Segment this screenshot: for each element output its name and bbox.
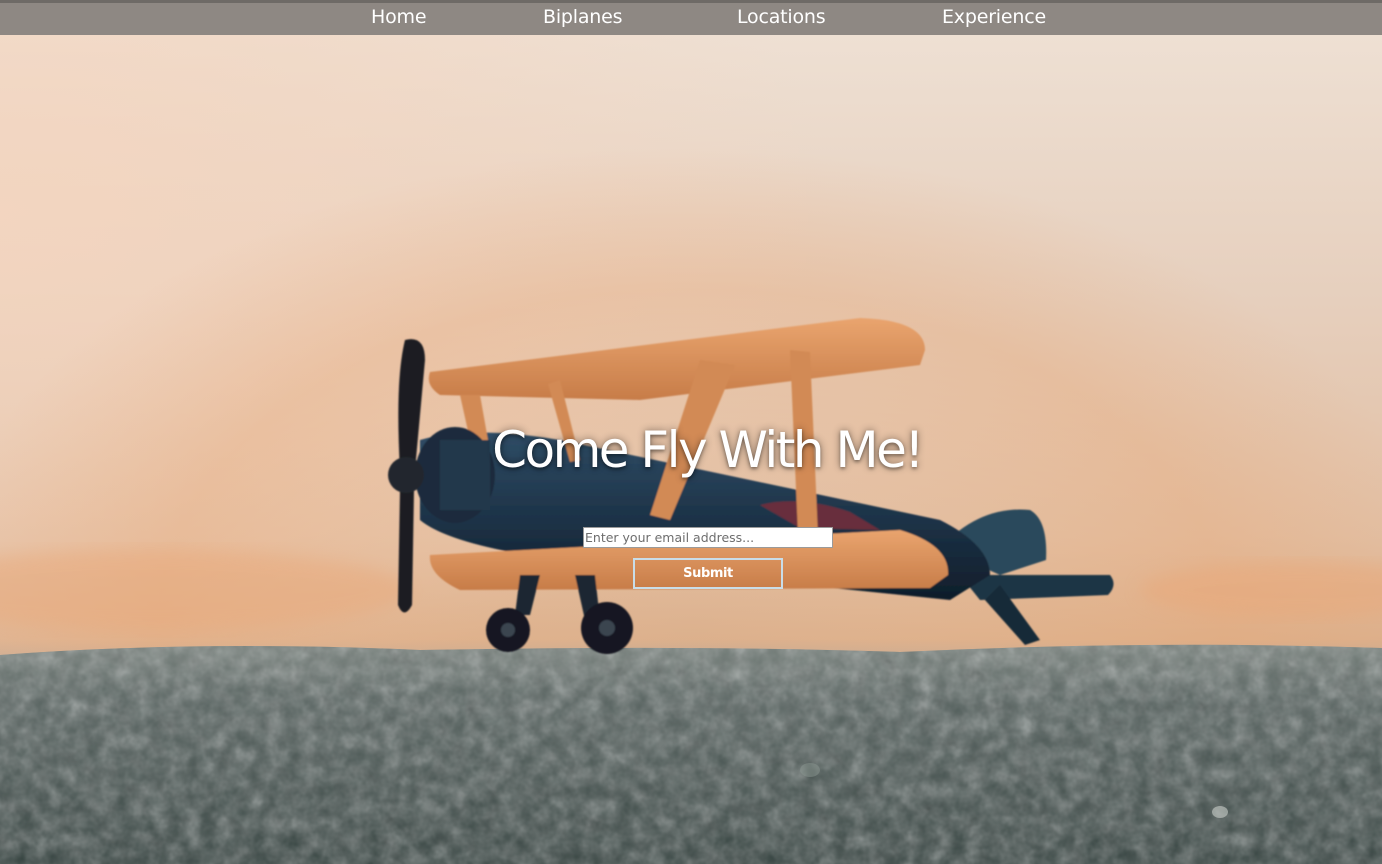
- nav-link-locations[interactable]: Locations: [737, 6, 826, 28]
- top-navigation-bar: Home Biplanes Locations Experience: [0, 0, 1382, 35]
- nav-link-biplanes[interactable]: Biplanes: [543, 6, 623, 28]
- hero-title: Come Fly With Me!: [492, 421, 924, 479]
- email-input[interactable]: [583, 527, 833, 548]
- nav-link-home[interactable]: Home: [371, 6, 427, 28]
- landing-page: Home Biplanes Locations Experience Come …: [0, 0, 1382, 864]
- nav-link-experience[interactable]: Experience: [942, 6, 1046, 28]
- submit-button[interactable]: Submit: [633, 558, 783, 589]
